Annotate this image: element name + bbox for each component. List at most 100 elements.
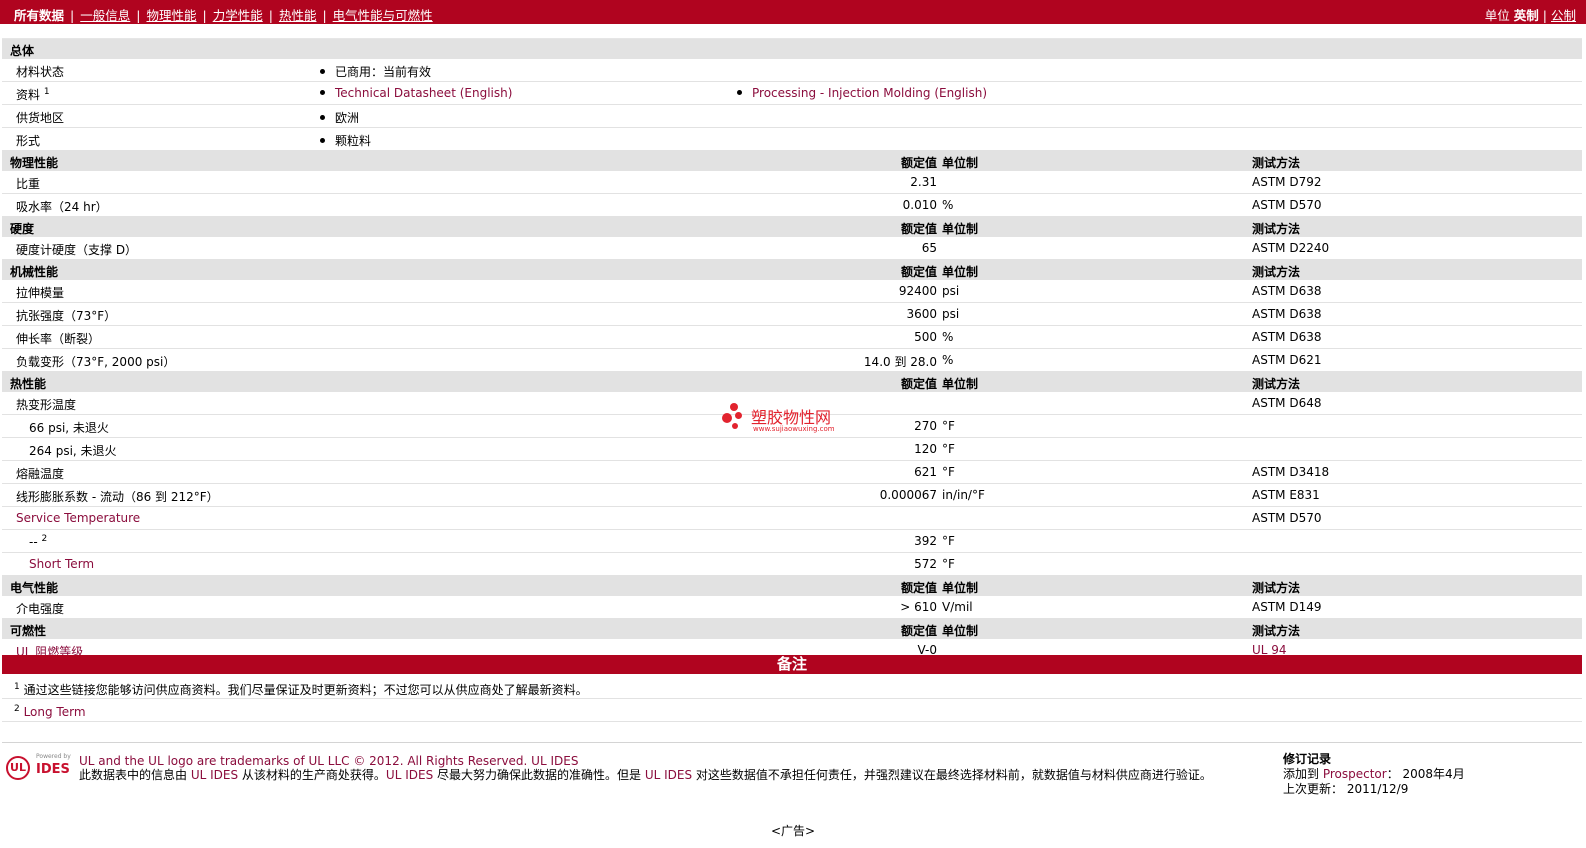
property-label: 硬度计硬度（支撑 D） xyxy=(16,243,138,257)
unit: in/in/°F xyxy=(942,488,985,502)
property-link[interactable]: Short Term xyxy=(29,557,94,571)
nav-separator: | xyxy=(202,8,207,23)
nav-tab-0[interactable]: 所有数据 xyxy=(14,8,64,23)
table-row: 线形膨胀系数 - 流动（86 到 212°F） 0.000067 in/in/°F A… xyxy=(2,484,1582,507)
section-header: 可燃性 额定值 单位制 测试方法 xyxy=(2,619,1582,639)
general-row: 形式 颗粒料 xyxy=(2,128,1582,151)
nav-separator: | xyxy=(322,8,327,23)
property-name: 形式 xyxy=(16,132,40,149)
datasheet-link[interactable]: Technical Datasheet (English) xyxy=(335,86,512,100)
units-label: 单位 xyxy=(1484,8,1510,23)
table-row: 硬度计硬度（支撑 D） 65 ASTM D2240 xyxy=(2,237,1582,260)
test-method: ASTM D792 xyxy=(1252,175,1322,189)
footnote-ref[interactable]: 2 xyxy=(42,534,48,544)
property-value: 颗粒料 xyxy=(320,132,371,149)
section-title: 总体 xyxy=(10,44,35,58)
table-row: 抗张强度（73°F） 3600 psi ASTM D638 xyxy=(2,303,1582,326)
nav-tab-2[interactable]: 物理性能 xyxy=(146,8,196,23)
col-unit: 单位制 xyxy=(942,581,979,595)
unit-imperial[interactable]: 英制 xyxy=(1514,8,1539,23)
unit: % xyxy=(942,198,954,212)
col-method: 测试方法 xyxy=(1252,265,1301,279)
section-title: 电气性能 xyxy=(10,581,59,595)
property-label: 拉伸模量 xyxy=(16,286,65,300)
table-row: Short Term 572 °F xyxy=(2,553,1582,576)
section-title: 热性能 xyxy=(10,377,47,391)
test-method: ASTM D638 xyxy=(1252,284,1322,298)
test-method: ASTM D3418 xyxy=(1252,465,1330,479)
bullet-icon xyxy=(320,69,325,74)
watermark-url: www.sujiaowuxing.com xyxy=(753,425,835,433)
property-name: 负载变形（73°F, 2000 psi） xyxy=(16,353,175,370)
property-name: Short Term xyxy=(29,557,94,571)
test-method: ASTM D648 xyxy=(1252,396,1322,410)
nominal-value: 120 xyxy=(914,442,937,456)
logo-powered-by: Powered by xyxy=(36,753,71,760)
property-name: 介电强度 xyxy=(16,600,64,617)
col-nominal: 额定值 xyxy=(900,156,937,170)
property-name: 线形膨胀系数 - 流动（86 到 212°F） xyxy=(16,488,219,505)
nav-tab-4[interactable]: 热性能 xyxy=(279,8,317,23)
nominal-value: 14.0 到 28.0 xyxy=(863,355,937,369)
nav-tab-5[interactable]: 电气性能与可燃性 xyxy=(333,8,433,23)
test-method: ASTM D570 xyxy=(1252,198,1322,212)
ul-ides-logo: UL Powered by IDES xyxy=(6,753,72,783)
nominal-value: > 610 xyxy=(900,600,937,614)
processing-link[interactable]: Processing - Injection Molding (English) xyxy=(752,86,987,100)
section-title: 物理性能 xyxy=(10,156,59,170)
general-row: 材料状态 已商用：当前有效 xyxy=(2,59,1582,82)
nav-separator: | xyxy=(136,8,141,23)
watermark-dot-icon xyxy=(732,423,738,429)
unit: °F xyxy=(942,442,955,456)
property-name: 吸水率（24 hr） xyxy=(16,198,108,215)
section-header: 电气性能 额定值 单位制 测试方法 xyxy=(2,576,1582,596)
notes-header: 备注 xyxy=(2,655,1582,674)
test-method: ASTM E831 xyxy=(1252,488,1320,502)
nominal-value: 621 xyxy=(914,465,937,479)
test-method: ASTM D149 xyxy=(1252,600,1322,614)
property-value: 欧洲 xyxy=(320,109,359,126)
bullet-icon xyxy=(320,138,325,143)
divider xyxy=(2,742,1582,743)
unit-metric-link[interactable]: 公制 xyxy=(1551,8,1576,23)
col-method: 测试方法 xyxy=(1252,222,1301,236)
property-label: 伸长率（断裂） xyxy=(16,332,101,346)
divider xyxy=(2,698,1582,699)
property-label: 吸水率（24 hr） xyxy=(16,200,108,214)
property-link[interactable]: Service Temperature xyxy=(16,511,140,525)
property-label: 264 psi, 未退火 xyxy=(29,444,117,458)
section-header: 硬度 额定值 单位制 测试方法 xyxy=(2,217,1582,237)
disclaimer-text: 此数据表中的信息由 UL IDES 从该材料的生产商处获得。UL IDES 尽最… xyxy=(79,768,1212,782)
general-row: 资料 1 Technical Datasheet (English) Process… xyxy=(2,82,1582,105)
property-table: 总体 材料状态 已商用：当前有效资料 1 Technical Datasheet (E… xyxy=(2,39,1582,662)
top-nav-bar: 所有数据 | 一般信息 | 物理性能 | 力学性能 | 热性能 | 电气性能与可燃性 单位 英制 |… xyxy=(0,0,1586,24)
unit: % xyxy=(942,353,954,367)
revision-history: 修订记录 添加到 Prospector： 2008年4月 上次更新： 2011/… xyxy=(1283,752,1465,797)
col-method: 测试方法 xyxy=(1252,156,1301,170)
section-title: 可燃性 xyxy=(10,624,47,638)
property-label: 材料状态 xyxy=(16,65,65,79)
property-label: 比重 xyxy=(16,177,41,191)
ul-logo-icon: UL xyxy=(6,756,30,780)
nominal-value: 92400 xyxy=(898,284,937,298)
footnote-ref: 1 xyxy=(43,87,50,97)
revision-added: 添加到 Prospector： 2008年4月 xyxy=(1283,767,1465,781)
watermark-dot-icon xyxy=(735,412,742,419)
unit: % xyxy=(942,330,954,344)
nav-tab-3[interactable]: 力学性能 xyxy=(213,8,263,23)
revision-title: 修订记录 xyxy=(1283,752,1332,766)
nav-tab-1[interactable]: 一般信息 xyxy=(80,8,130,23)
property-name: 硬度计硬度（支撑 D） xyxy=(16,241,137,258)
value-text: 颗粒料 xyxy=(335,134,372,148)
unit: V/mil xyxy=(942,600,973,614)
table-row: 介电强度 > 610 V/mil ASTM D149 xyxy=(2,596,1582,619)
ad-label: <广告> xyxy=(770,824,816,838)
property-name: 资料 1 xyxy=(16,86,50,103)
unit: °F xyxy=(942,419,955,433)
table-row: 比重 2.31 ASTM D792 xyxy=(2,171,1582,194)
property-label: 线形膨胀系数 - 流动（86 到 212°F） xyxy=(16,490,219,504)
test-method: ASTM D2240 xyxy=(1252,241,1330,255)
col-nominal: 额定值 xyxy=(900,624,937,638)
property-label: 负载变形（73°F, 2000 psi） xyxy=(16,355,176,369)
property-name: 供货地区 xyxy=(16,109,64,126)
